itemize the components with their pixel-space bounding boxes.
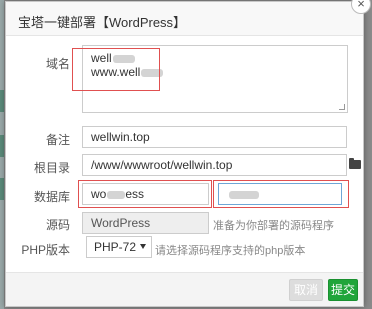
background-strip <box>0 135 4 157</box>
php-label: PHP版本 <box>21 243 70 257</box>
source-input: WordPress <box>82 212 209 234</box>
root-input[interactable]: /www/wwwroot/wellwin.top <box>82 154 347 176</box>
highlight-box-db-password <box>213 180 349 208</box>
domain-label: 域名 <box>45 57 70 71</box>
deploy-dialog: 宝塔一键部署【WordPress】 × 域名 well www.well 备注 … <box>5 0 371 307</box>
highlight-box-db-user <box>78 180 212 208</box>
source-hint: 准备为你部署的源码程序 <box>213 220 334 232</box>
background-panel <box>0 0 4 309</box>
root-label: 根目录 <box>33 161 70 175</box>
chevron-down-icon <box>140 244 146 249</box>
php-version-value: PHP-72 <box>94 240 137 254</box>
source-label: 源码 <box>45 218 70 232</box>
root-value: /www/wwwroot/wellwin.top <box>91 158 233 172</box>
php-version-select[interactable]: PHP-72 <box>86 236 152 258</box>
remark-label: 备注 <box>45 133 70 147</box>
remark-input[interactable]: wellwin.top <box>82 126 347 148</box>
source-value: WordPress <box>91 216 151 230</box>
highlight-box-domain <box>72 48 160 91</box>
dialog-header: 宝塔一键部署【WordPress】 × <box>6 0 371 36</box>
submit-button[interactable]: 提交 <box>328 279 358 301</box>
resize-handle[interactable] <box>339 104 345 110</box>
cancel-button[interactable]: 取消 <box>289 279 323 301</box>
database-label: 数据库 <box>33 190 70 204</box>
background-strip <box>0 90 4 112</box>
background-strip <box>0 178 4 200</box>
dialog-footer: 取消 提交 <box>6 272 363 306</box>
php-hint: 请选择源码程序支持的php版本 <box>155 245 306 257</box>
close-icon[interactable]: × <box>351 0 371 14</box>
folder-icon[interactable] <box>349 158 361 169</box>
remark-value: wellwin.top <box>91 130 150 144</box>
dialog-title: 宝塔一键部署【WordPress】 <box>18 15 187 30</box>
